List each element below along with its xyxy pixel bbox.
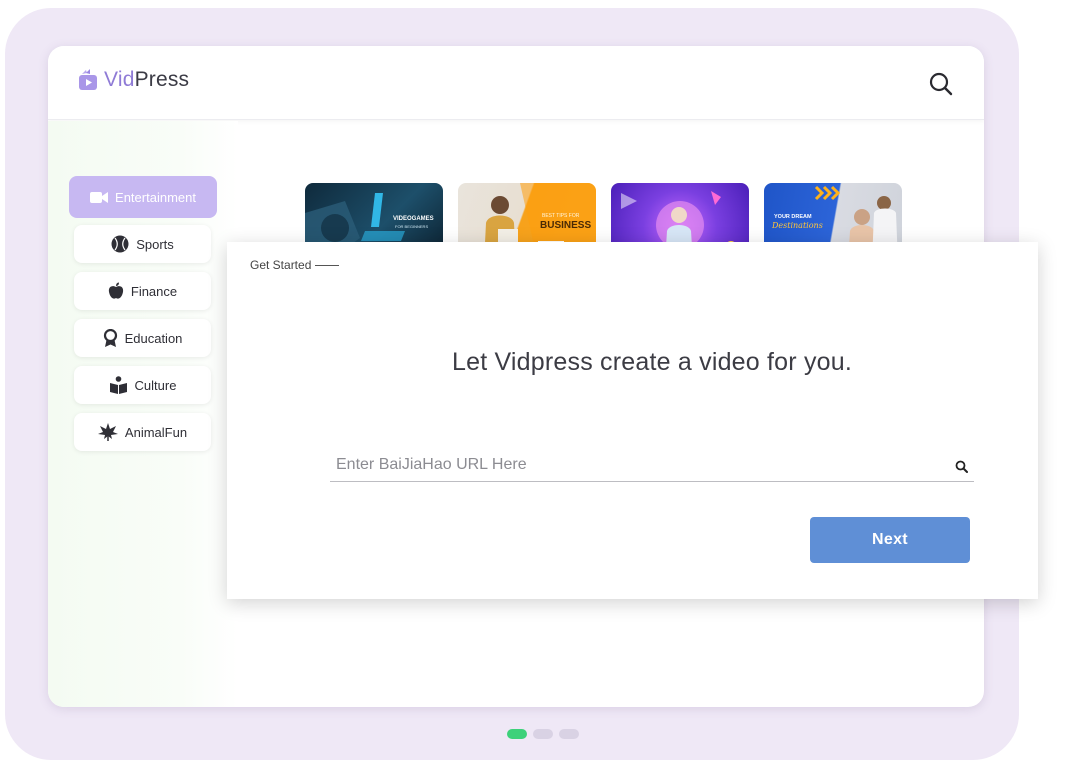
award-ribbon-icon (103, 328, 117, 347)
vidpress-logo-icon (79, 69, 97, 90)
video-camera-icon (90, 191, 109, 203)
pagination-dots (507, 729, 579, 739)
sidebar-item-finance[interactable]: Finance (74, 272, 211, 310)
sidebar-item-culture[interactable]: Culture (74, 366, 211, 404)
url-search-icon[interactable] (955, 460, 968, 473)
thumbnail-subtitle: BEST TIPS FOR (542, 213, 580, 219)
pagination-dot-3[interactable] (559, 729, 579, 739)
thumbnail-title: VIDEOGAMES (393, 216, 434, 222)
sidebar-item-label: AnimalFun (124, 424, 188, 440)
apple-icon (108, 282, 124, 299)
page-headline: Let Vidpress create a video for you. (451, 348, 853, 376)
sidebar-item-sports[interactable]: Sports (74, 225, 211, 263)
sidebar-item-label: Entertainment (115, 189, 196, 205)
reader-book-icon (109, 376, 127, 394)
sidebar-item-label: Finance (130, 283, 178, 299)
top-bar: VidPress (48, 46, 984, 120)
next-button[interactable]: Next (810, 517, 970, 563)
sidebar-item-label: Culture (134, 377, 177, 393)
app-title: VidPress (104, 68, 189, 92)
thumbnail-subtitle: FOR BEGINNERS (395, 224, 429, 229)
search-icon[interactable] (927, 70, 955, 98)
sidebar-item-animalfun[interactable]: AnimalFun (74, 413, 211, 451)
section-label-text: Get Started (250, 258, 312, 272)
sidebar-item-label: Education (124, 330, 183, 346)
thumbnail-subtitle: Destinations (772, 221, 823, 230)
url-input[interactable] (336, 452, 936, 478)
brand-vid-text: Vid (104, 68, 135, 91)
leaf-icon (97, 423, 118, 441)
sidebar-item-education[interactable]: Education (74, 319, 211, 357)
pagination-dot-2[interactable] (533, 729, 553, 739)
url-input-row (330, 452, 974, 482)
ball-icon (111, 235, 129, 253)
get-started-card: Get Started Let Vidpress create a video … (227, 242, 1038, 599)
sidebar-item-entertainment[interactable]: Entertainment (69, 176, 217, 218)
brand-press-text: Press (134, 68, 190, 91)
brand-logo-group[interactable]: VidPress (77, 68, 189, 92)
thumbnail-title: YOUR DREAM (774, 214, 812, 220)
section-label: Get Started (250, 258, 340, 272)
pagination-dot-1[interactable] (507, 729, 527, 739)
sidebar-item-label: Sports (136, 236, 174, 252)
thumbnail-title: BUSINESS (540, 220, 592, 231)
section-label-divider (315, 265, 340, 266)
